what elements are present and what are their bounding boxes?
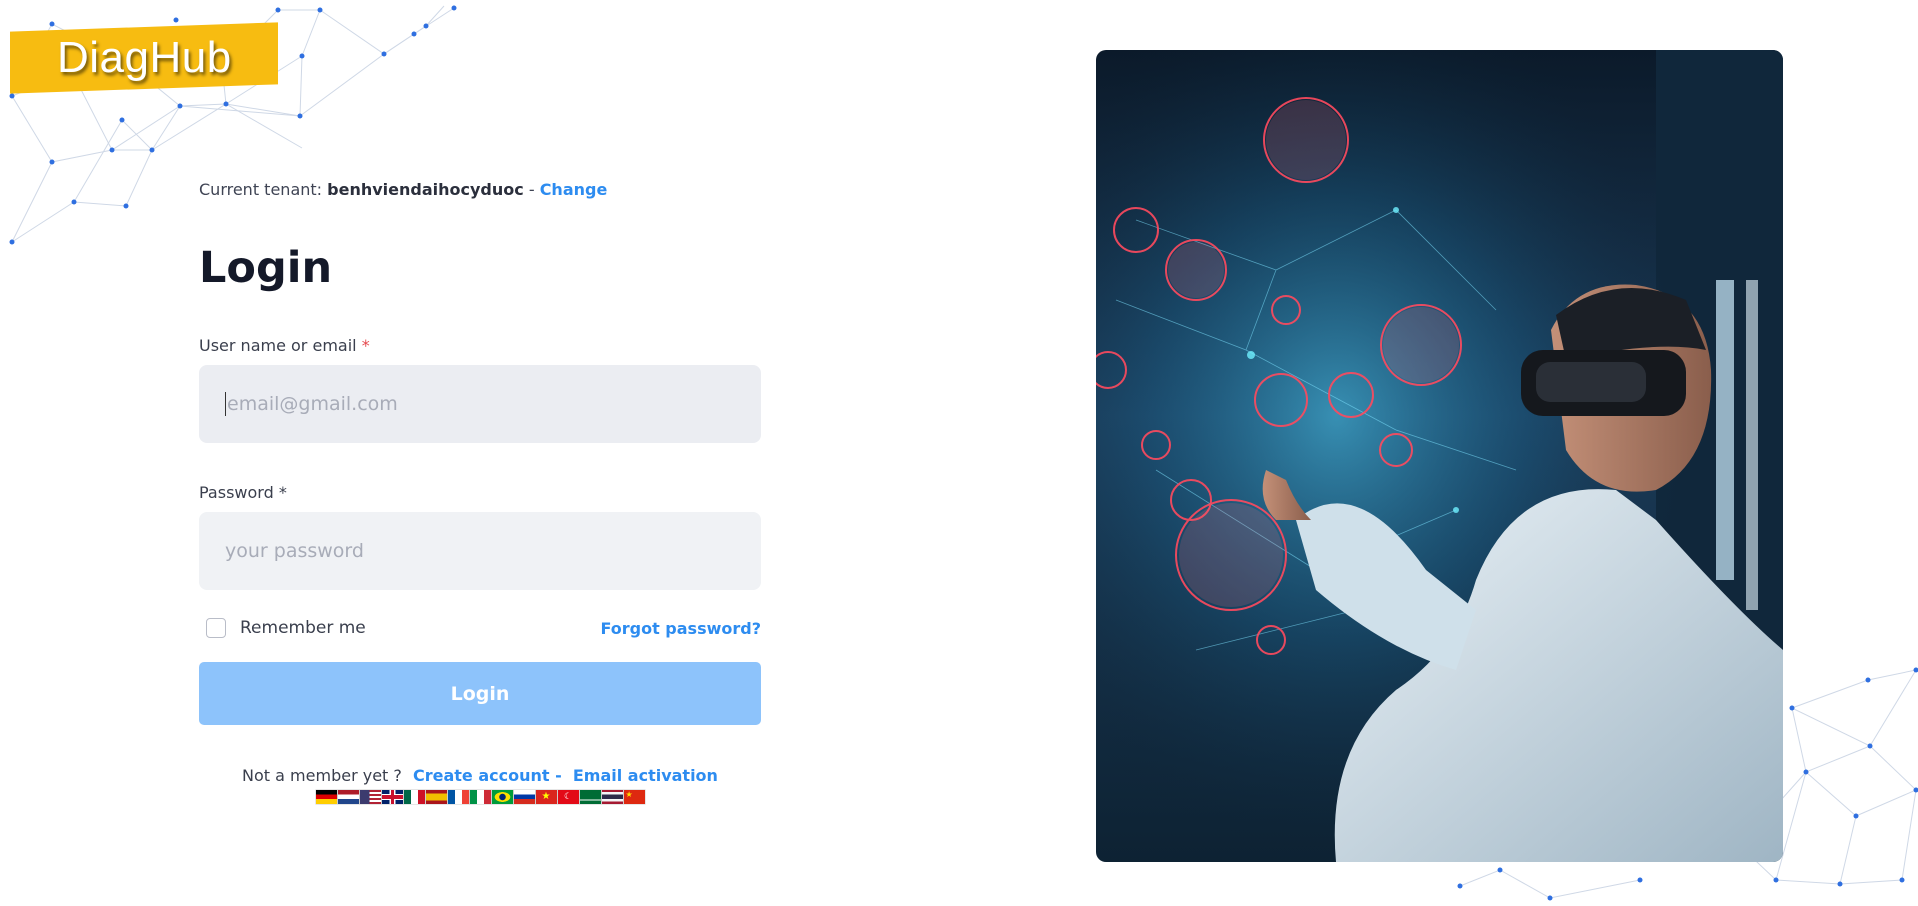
remember-me-checkbox[interactable] <box>206 618 226 638</box>
mexico-flag-icon[interactable] <box>403 790 425 804</box>
username-label: User name or email * <box>199 336 761 355</box>
username-input[interactable]: email@gmail.com <box>199 365 761 443</box>
required-mark: * <box>361 336 370 355</box>
turkey-flag-icon[interactable]: ☾ <box>557 790 579 804</box>
hero-image <box>1096 50 1783 862</box>
tenant-name: benhviendaihocyduoc <box>327 180 524 199</box>
thailand-flag-icon[interactable] <box>601 790 623 804</box>
france-flag-icon[interactable] <box>447 790 469 804</box>
signup-prompt: Not a member yet ? Create account - Emai… <box>199 766 761 785</box>
italy-flag-icon[interactable] <box>469 790 491 804</box>
language-selector: ★ ☾ ★ <box>199 790 761 804</box>
dutch-flag-icon[interactable] <box>337 790 359 804</box>
tenant-separator: - <box>523 180 540 199</box>
forgot-password-link[interactable]: Forgot password? <box>600 619 761 638</box>
us-flag-icon[interactable] <box>359 790 381 804</box>
russia-flag-icon[interactable] <box>513 790 535 804</box>
brazil-flag-icon[interactable] <box>491 790 513 804</box>
tenant-info: Current tenant: benhviendaihocyduoc - Ch… <box>199 180 761 199</box>
username-placeholder: email@gmail.com <box>227 393 398 415</box>
tenant-prefix: Current tenant: <box>199 180 328 199</box>
password-input[interactable]: your password <box>199 512 761 590</box>
email-activation-link[interactable]: Email activation <box>573 766 718 785</box>
password-label: Password * <box>199 483 761 502</box>
uk-flag-icon[interactable] <box>381 790 403 804</box>
china-flag-icon[interactable]: ★ <box>623 790 645 804</box>
password-label-text: Password <box>199 483 274 502</box>
brand-name: DiagHub <box>56 33 232 82</box>
text-cursor <box>225 392 226 416</box>
saudi-arabia-flag-icon[interactable] <box>579 790 601 804</box>
required-mark: * <box>278 483 287 502</box>
username-label-text: User name or email <box>199 336 357 355</box>
vr-scientist-illustration <box>1096 50 1783 862</box>
signup-prompt-text: Not a member yet ? <box>242 766 402 785</box>
remember-me-option[interactable]: Remember me <box>199 618 366 638</box>
options-row: Remember me Forgot password? <box>199 618 761 638</box>
password-placeholder: your password <box>225 540 364 562</box>
spain-flag-icon[interactable] <box>425 790 447 804</box>
vietnam-flag-icon[interactable]: ★ <box>535 790 557 804</box>
login-form: Current tenant: benhviendaihocyduoc - Ch… <box>199 170 761 804</box>
remember-me-label: Remember me <box>240 618 366 638</box>
create-account-link[interactable]: Create account - <box>413 766 562 785</box>
brand-logo[interactable]: DiagHub <box>10 22 278 94</box>
login-button[interactable]: Login <box>199 662 761 725</box>
page-title: Login <box>199 243 333 293</box>
change-tenant-link[interactable]: Change <box>540 180 608 199</box>
german-flag-icon[interactable] <box>315 790 337 804</box>
